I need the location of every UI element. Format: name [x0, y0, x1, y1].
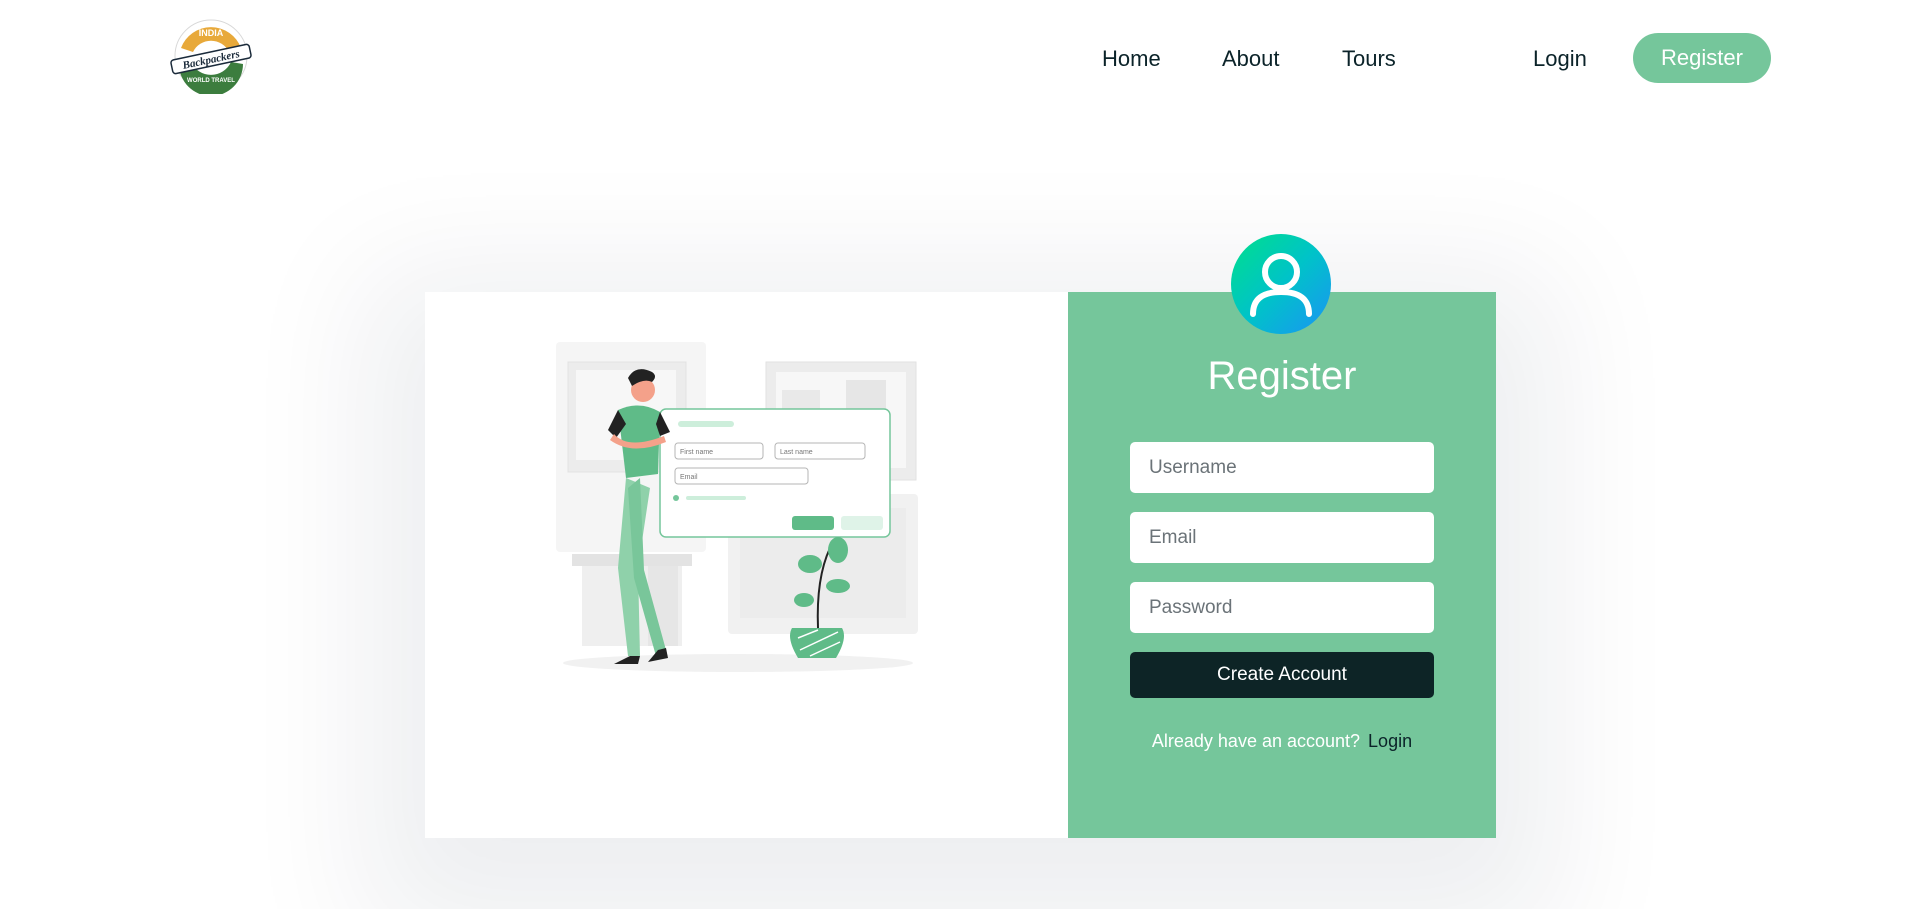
nav-register-button[interactable]: Register: [1633, 33, 1771, 83]
nav-tours[interactable]: Tours: [1342, 46, 1396, 72]
backpackers-logo[interactable]: INDIA Backpackers WORLD TRAVEL: [165, 18, 257, 94]
email-input[interactable]: [1130, 512, 1434, 563]
nav-home[interactable]: Home: [1102, 46, 1161, 72]
svg-text:WORLD TRAVEL: WORLD TRAVEL: [187, 78, 235, 84]
username-input[interactable]: [1130, 442, 1434, 493]
nav-login[interactable]: Login: [1533, 46, 1587, 72]
nav-about[interactable]: About: [1222, 46, 1280, 72]
register-title: Register: [1207, 354, 1357, 398]
login-prompt-text: Already have an account?: [1151, 731, 1361, 751]
user-icon: [1250, 253, 1312, 317]
illustration-first-name: First name: [680, 449, 713, 456]
create-account-button[interactable]: Create Account: [1130, 652, 1434, 698]
avatar-badge: [1231, 234, 1331, 334]
illustration-last-name: Last name: [780, 449, 813, 456]
login-prompt: Already have an account? Login: [1068, 731, 1496, 752]
password-input[interactable]: [1130, 582, 1434, 633]
site-header: INDIA Backpackers WORLD TRAVEL Home Abou…: [0, 0, 1919, 117]
illustration-email: Email: [680, 474, 698, 481]
svg-text:INDIA: INDIA: [199, 28, 224, 38]
signup-illustration: First name Last name Email: [556, 342, 918, 672]
footer-login-link[interactable]: Login: [1368, 731, 1412, 751]
